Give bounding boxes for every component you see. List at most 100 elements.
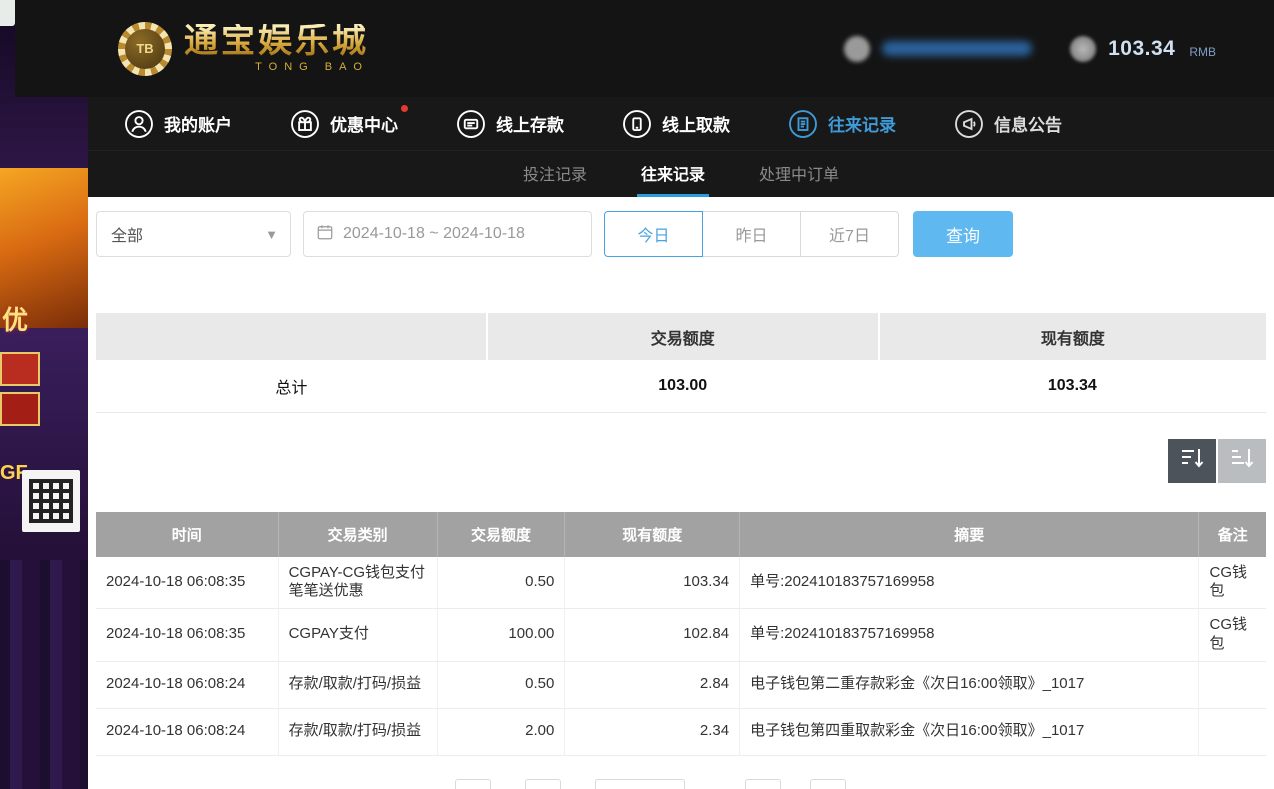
cell-time: 2024-10-18 06:08:24 [96, 708, 278, 755]
cell-type: 存款/取款/打码/损益 [278, 708, 437, 755]
announcement-icon [954, 109, 984, 139]
sort-ascending-icon [1229, 445, 1255, 476]
deposit-icon [456, 109, 486, 139]
nav-item-deposit[interactable]: 线上存款 [456, 109, 564, 139]
cell-time: 2024-10-18 06:08:35 [96, 557, 278, 609]
pagination-first-button[interactable] [455, 779, 491, 789]
sort-descending-button[interactable] [1168, 439, 1216, 483]
records-tbody: 2024-10-18 06:08:35CGPAY-CG钱包支付笔笔送优惠0.50… [96, 557, 1266, 756]
background-red-block [0, 392, 40, 426]
summary-header-transaction: 交易额度 [487, 313, 879, 360]
calendar-icon [316, 223, 334, 246]
header-balance: 现有额度 [565, 512, 740, 557]
user-icon [124, 109, 154, 139]
pagination-next-button[interactable] [745, 779, 781, 789]
logo-badge: TB [125, 29, 165, 69]
cell-note [1199, 708, 1266, 755]
records-header-row: 时间 交易类别 交易额度 现有额度 摘要 备注 [96, 512, 1266, 557]
brand-logo: TB 通宝娱乐城 TONG BAO [118, 22, 369, 76]
cell-balance: 2.84 [565, 661, 740, 708]
site-window: TB 通宝娱乐城 TONG BAO 103.34 RMB 我的账户 [88, 0, 1274, 789]
cell-note: CG钱包 [1199, 557, 1266, 609]
chevron-down-icon: ▼ [265, 227, 278, 242]
background-corner-tag [0, 0, 15, 26]
nav-label: 线上存款 [496, 111, 564, 136]
cell-type: CGPAY-CG钱包支付笔笔送优惠 [278, 557, 437, 609]
background-header-mask [15, 0, 88, 97]
main-nav: 我的账户 优惠中心 线上存款 线上取款 往来记录 [88, 97, 1274, 150]
cell-summary: 单号:202410183757169958 [740, 609, 1199, 662]
cell-balance: 103.34 [565, 557, 740, 609]
type-select-value: 全部 [111, 222, 143, 246]
cell-time: 2024-10-18 06:08:24 [96, 661, 278, 708]
summary-table: 交易额度 现有额度 总计 103.00 103.34 [96, 313, 1266, 413]
date-range-value: 2024-10-18 ~ 2024-10-18 [343, 225, 525, 243]
header-summary: 摘要 [740, 512, 1199, 557]
logo-text: 通宝娱乐城 TONG BAO [184, 24, 369, 74]
avatar [844, 36, 870, 62]
coin-icon [1070, 36, 1096, 62]
header-type: 交易类别 [278, 512, 437, 557]
summary-transaction-total: 103.00 [487, 360, 879, 412]
cell-summary: 电子钱包第二重存款彩金《次日16:00领取》_1017 [740, 661, 1199, 708]
type-select[interactable]: 全部 ▼ [96, 211, 291, 257]
background-window-strip: 优 GF [0, 0, 88, 789]
account-area: 103.34 RMB [844, 36, 1216, 62]
nav-label: 优惠中心 [330, 111, 398, 136]
tab-transaction-records[interactable]: 往来记录 [637, 151, 709, 197]
nav-item-withdraw[interactable]: 线上取款 [622, 109, 730, 139]
poker-chip-logo-icon: TB [118, 22, 172, 76]
background-pattern [0, 560, 88, 789]
cell-time: 2024-10-18 06:08:35 [96, 609, 278, 662]
last7days-button[interactable]: 近7日 [800, 211, 899, 257]
nav-item-announcements[interactable]: 信息公告 [954, 109, 1062, 139]
cell-balance: 102.84 [565, 609, 740, 662]
yesterday-button[interactable]: 昨日 [702, 211, 801, 257]
today-button[interactable]: 今日 [604, 211, 703, 257]
cell-type: 存款/取款/打码/损益 [278, 661, 437, 708]
nav-item-my-account[interactable]: 我的账户 [124, 109, 232, 139]
logo-subtitle: TONG BAO [255, 61, 369, 73]
gift-icon [290, 109, 320, 139]
nav-item-promotions[interactable]: 优惠中心 [290, 109, 398, 139]
table-row: 2024-10-18 06:08:35CGPAY-CG钱包支付笔笔送优惠0.50… [96, 557, 1266, 609]
summary-header-empty [96, 313, 487, 360]
background-qr-code [22, 470, 80, 532]
nav-item-transactions[interactable]: 往来记录 [788, 109, 896, 139]
pagination-page-select[interactable] [595, 779, 685, 789]
sort-controls [96, 439, 1266, 483]
summary-total-label: 总计 [96, 360, 487, 412]
logo-title: 通宝娱乐城 [184, 24, 369, 60]
sub-tabs: 投注记录 往来记录 处理中订单 [88, 150, 1274, 197]
cell-summary: 电子钱包第四重取款彩金《次日16:00领取》_1017 [740, 708, 1199, 755]
cell-balance: 2.34 [565, 708, 740, 755]
header-amount: 交易额度 [437, 512, 565, 557]
tab-processing-orders[interactable]: 处理中订单 [755, 151, 843, 197]
sort-descending-icon [1179, 445, 1205, 476]
cell-note [1199, 661, 1266, 708]
date-range-input[interactable]: 2024-10-18 ~ 2024-10-18 [303, 211, 592, 257]
pagination-last-button[interactable] [810, 779, 846, 789]
site-header: TB 通宝娱乐城 TONG BAO 103.34 RMB [88, 0, 1274, 97]
cell-amount: 2.00 [437, 708, 565, 755]
records-table: 时间 交易类别 交易额度 现有额度 摘要 备注 2024-10-18 06:08… [96, 512, 1266, 756]
background-char: 优 [2, 300, 28, 337]
tab-betting-records[interactable]: 投注记录 [519, 151, 591, 197]
header-time: 时间 [96, 512, 278, 557]
cell-amount: 0.50 [437, 557, 565, 609]
balance-amount: 103.34 [1108, 37, 1175, 61]
pagination-prev-button[interactable] [525, 779, 561, 789]
header-note: 备注 [1199, 512, 1266, 557]
table-row: 2024-10-18 06:08:35CGPAY支付100.00102.84单号… [96, 609, 1266, 662]
withdraw-icon [622, 109, 652, 139]
username-redacted [882, 41, 1032, 56]
nav-label: 我的账户 [164, 111, 232, 136]
cell-summary: 单号:202410183757169958 [740, 557, 1199, 609]
query-button[interactable]: 查询 [913, 211, 1013, 257]
quick-date-buttons: 今日 昨日 近7日 [604, 211, 899, 257]
summary-balance-total: 103.34 [879, 360, 1266, 412]
nav-label: 往来记录 [828, 111, 896, 136]
cell-note: CG钱包 [1199, 609, 1266, 662]
filter-bar: 全部 ▼ 2024-10-18 ~ 2024-10-18 今日 昨日 近7日 查… [96, 211, 1266, 257]
sort-ascending-button[interactable] [1218, 439, 1266, 483]
